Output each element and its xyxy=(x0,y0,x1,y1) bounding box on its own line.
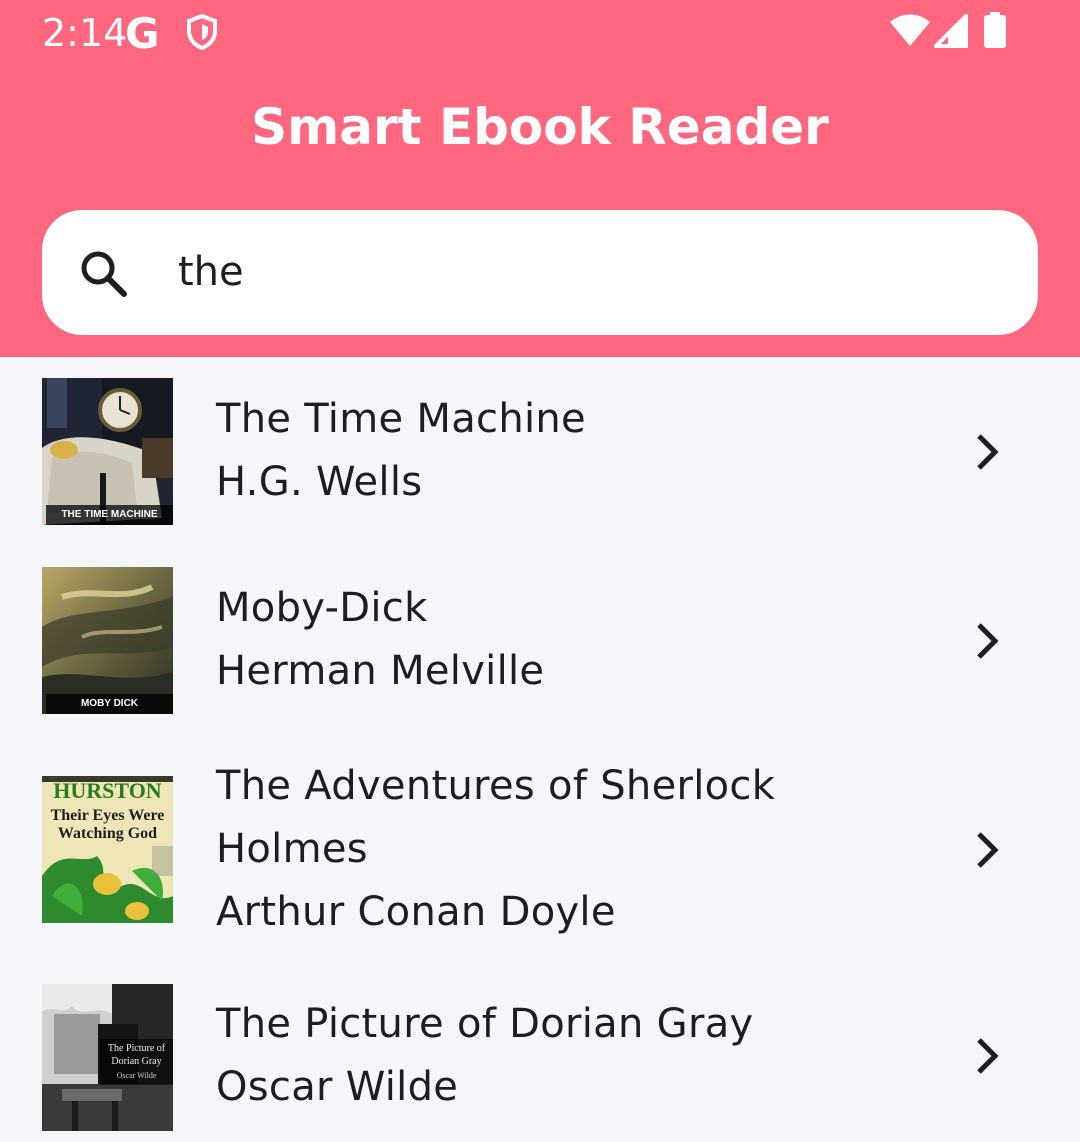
book-text: The Time Machine H.G. Wells xyxy=(216,388,936,514)
google-icon: G xyxy=(125,9,160,58)
book-author: Arthur Conan Doyle xyxy=(216,889,616,935)
chevron-right-icon[interactable] xyxy=(971,830,1003,870)
chevron-right-icon[interactable] xyxy=(971,1036,1003,1076)
book-cover: The Picture of Dorian Gray Oscar Wilde xyxy=(42,984,173,1131)
signal-icon xyxy=(934,14,968,48)
cover-title-line: Dorian Gray xyxy=(111,1056,162,1067)
book-title-line: The Adventures of Sherlock xyxy=(216,763,776,809)
book-title: Moby-Dick xyxy=(216,585,428,631)
cover-caption: THE TIME MACHINE xyxy=(46,505,173,525)
book-title-line: Holmes xyxy=(216,826,368,872)
book-title: The Time Machine xyxy=(216,396,586,442)
app-header: 2:14 G Smart Ebook Reader xyxy=(0,0,1080,357)
book-cover: THE TIME MACHINE xyxy=(42,378,173,525)
status-bar: 2:14 G xyxy=(0,0,1080,64)
cover-title-line: Watching God xyxy=(57,825,158,842)
cover-author: Oscar Wilde xyxy=(116,1071,157,1080)
battery-icon xyxy=(984,12,1006,48)
chevron-right-icon[interactable] xyxy=(971,621,1003,661)
chevron-right-icon[interactable] xyxy=(971,432,1003,472)
book-cover: MOBY DICK xyxy=(42,567,173,714)
book-item-sherlock-holmes[interactable]: HURSTON Their Eyes Were Watching God The… xyxy=(0,735,1080,965)
book-text: The Picture of Dorian Gray Oscar Wilde xyxy=(216,993,936,1119)
book-item-the-time-machine[interactable]: THE TIME MACHINE The Time Machine H.G. W… xyxy=(0,357,1080,546)
search-input[interactable] xyxy=(178,244,978,300)
book-author: H.G. Wells xyxy=(216,459,423,505)
cover-author: HURSTON xyxy=(53,778,162,803)
book-author: Oscar Wilde xyxy=(216,1064,459,1110)
search-bar[interactable] xyxy=(42,210,1038,335)
book-item-moby-dick[interactable]: MOBY DICK Moby-Dick Herman Melville xyxy=(0,546,1080,735)
book-title: The Picture of Dorian Gray xyxy=(216,1001,754,1047)
book-text: The Adventures of Sherlock Holmes Arthur… xyxy=(216,755,936,944)
cover-title-line: The Picture of xyxy=(107,1043,166,1054)
app-title: Smart Ebook Reader xyxy=(251,98,829,156)
book-author: Herman Melville xyxy=(216,648,545,694)
status-time: 2:14 xyxy=(42,11,128,55)
cover-caption: MOBY DICK xyxy=(46,694,173,714)
book-item-dorian-gray[interactable]: The Picture of Dorian Gray Oscar Wilde T… xyxy=(0,965,1080,1142)
cover-title-line: Their Eyes Were xyxy=(50,807,165,824)
wifi-icon xyxy=(890,14,930,46)
shield-icon xyxy=(187,14,217,50)
book-text: Moby-Dick Herman Melville xyxy=(216,577,936,703)
search-icon[interactable] xyxy=(78,248,130,300)
book-cover: HURSTON Their Eyes Were Watching God xyxy=(42,776,173,923)
